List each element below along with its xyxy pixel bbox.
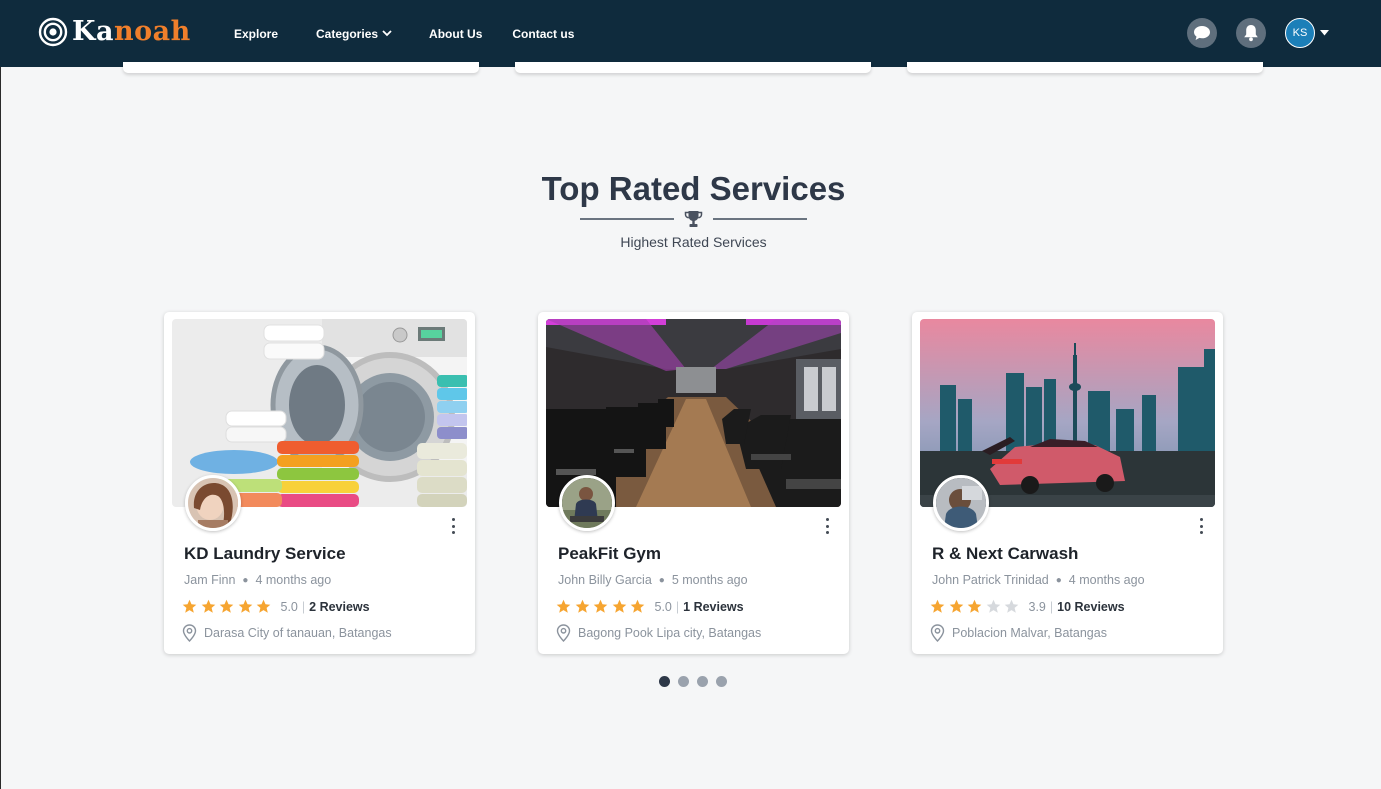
- user-avatar-button[interactable]: KS: [1285, 18, 1315, 48]
- star-rating: [182, 599, 275, 614]
- service-card[interactable]: PeakFit Gym John Billy Garcia ● 5 months…: [538, 312, 849, 654]
- pipe-separator: |: [675, 599, 680, 614]
- chat-button[interactable]: [1187, 18, 1217, 48]
- star-filled-icon: [949, 599, 963, 613]
- card-remnant: [907, 62, 1263, 73]
- service-location: Bagong Pook Lipa city, Batangas: [556, 624, 761, 642]
- star-filled-icon: [201, 599, 215, 613]
- reviews-count[interactable]: 1 Reviews: [683, 600, 743, 614]
- target-logo-icon: [38, 17, 68, 47]
- star-filled-icon: [612, 599, 626, 613]
- owner-name[interactable]: John Patrick Trinidad: [932, 573, 1049, 587]
- star-empty-icon: [1004, 599, 1019, 613]
- logo-part-1: Ka: [72, 16, 114, 47]
- reviews-count[interactable]: 10 Reviews: [1057, 600, 1124, 614]
- star-rating: [930, 599, 1023, 614]
- nav-explore-link[interactable]: Explore: [234, 27, 278, 41]
- owner-avatar[interactable]: [559, 475, 615, 531]
- divider-line: [713, 218, 807, 220]
- nav-links: Explore Categories About Us Contact us: [234, 0, 574, 67]
- nav-about-link[interactable]: About Us: [429, 27, 482, 41]
- service-card[interactable]: KD Laundry Service Jam Finn ● 4 months a…: [164, 312, 475, 654]
- star-filled-icon: [256, 599, 271, 613]
- service-card[interactable]: R & Next Carwash John Patrick Trinidad ●…: [912, 312, 1223, 654]
- star-filled-icon: [182, 599, 197, 613]
- nav-categories-label: Categories: [316, 26, 379, 41]
- separator-dot: ●: [1055, 574, 1062, 586]
- posted-time: 4 months ago: [255, 573, 332, 587]
- star-rating: [556, 599, 649, 614]
- star-filled-icon: [238, 599, 252, 613]
- carousel-pagination: [659, 676, 735, 687]
- service-meta: John Patrick Trinidad ● 4 months ago: [932, 573, 1145, 587]
- caret-down-icon[interactable]: [1320, 30, 1329, 36]
- star-filled-icon: [219, 599, 234, 613]
- location-pin-icon: [930, 624, 945, 642]
- star-filled-icon: [930, 599, 945, 613]
- service-location: Poblacion Malvar, Batangas: [930, 624, 1107, 642]
- notifications-button[interactable]: [1236, 18, 1266, 48]
- star-filled-icon: [630, 599, 645, 613]
- rating-value: 5.0: [654, 599, 672, 614]
- pagination-dot[interactable]: [697, 676, 708, 687]
- service-title[interactable]: KD Laundry Service: [184, 544, 346, 564]
- nav-contact-link[interactable]: Contact us: [512, 27, 574, 41]
- owner-avatar[interactable]: [933, 475, 989, 531]
- service-meta: Jam Finn ● 4 months ago: [184, 573, 331, 587]
- rating-value: 5.0: [280, 599, 298, 614]
- star-empty-icon: [986, 599, 1000, 613]
- service-rating: 5.0 | 1 Reviews: [556, 599, 744, 614]
- separator-dot: ●: [242, 574, 249, 586]
- service-title[interactable]: R & Next Carwash: [932, 544, 1078, 564]
- section-subtitle: Highest Rated Services: [620, 234, 767, 250]
- service-location: Darasa City of tanauan, Batangas: [182, 624, 392, 642]
- posted-time: 5 months ago: [671, 573, 748, 587]
- divider-line: [580, 218, 674, 220]
- location-pin-icon: [182, 624, 197, 642]
- owner-name[interactable]: John Billy Garcia: [558, 573, 652, 587]
- pipe-separator: |: [1049, 599, 1054, 614]
- title-divider: [580, 209, 807, 229]
- trophy-icon: [684, 211, 703, 227]
- separator-dot: ●: [658, 574, 665, 586]
- posted-time: 4 months ago: [1068, 573, 1145, 587]
- card-options-button[interactable]: [447, 517, 459, 535]
- service-title[interactable]: PeakFit Gym: [558, 544, 661, 564]
- chevron-down-icon: [382, 30, 392, 37]
- location-text: Bagong Pook Lipa city, Batangas: [578, 626, 762, 640]
- logo-part-2: noah: [113, 16, 191, 47]
- star-filled-icon: [575, 599, 589, 613]
- top-navbar: Kanoah Explore Categories About Us Conta…: [0, 0, 1381, 67]
- kanoah-logo[interactable]: Kanoah: [38, 17, 191, 47]
- service-rating: 5.0 | 2 Reviews: [182, 599, 370, 614]
- card-options-button[interactable]: [1195, 517, 1207, 535]
- owner-name[interactable]: Jam Finn: [184, 573, 235, 587]
- logo-wordmark: Kanoah: [72, 17, 191, 47]
- reviews-count[interactable]: 2 Reviews: [309, 600, 369, 614]
- chat-icon: [1194, 26, 1210, 40]
- section-title: Top Rated Services: [541, 170, 846, 207]
- owner-avatar[interactable]: [185, 475, 241, 531]
- star-filled-icon: [593, 599, 608, 613]
- card-remnant: [515, 62, 871, 73]
- star-filled-icon: [556, 599, 571, 613]
- location-text: Poblacion Malvar, Batangas: [952, 626, 1107, 640]
- pagination-dot[interactable]: [659, 676, 670, 687]
- service-rating: 3.9 | 10 Reviews: [930, 599, 1125, 614]
- star-filled-icon: [967, 599, 982, 613]
- rating-value: 3.9: [1028, 599, 1046, 614]
- pagination-dot[interactable]: [716, 676, 727, 687]
- card-remnant: [123, 62, 479, 73]
- service-meta: John Billy Garcia ● 5 months ago: [558, 573, 748, 587]
- location-pin-icon: [556, 624, 571, 642]
- nav-categories-dropdown[interactable]: Categories: [316, 27, 392, 41]
- pipe-separator: |: [301, 599, 306, 614]
- bell-icon: [1244, 25, 1258, 42]
- location-text: Darasa City of tanauan, Batangas: [204, 626, 392, 640]
- card-options-button[interactable]: [821, 517, 833, 535]
- pagination-dot[interactable]: [678, 676, 689, 687]
